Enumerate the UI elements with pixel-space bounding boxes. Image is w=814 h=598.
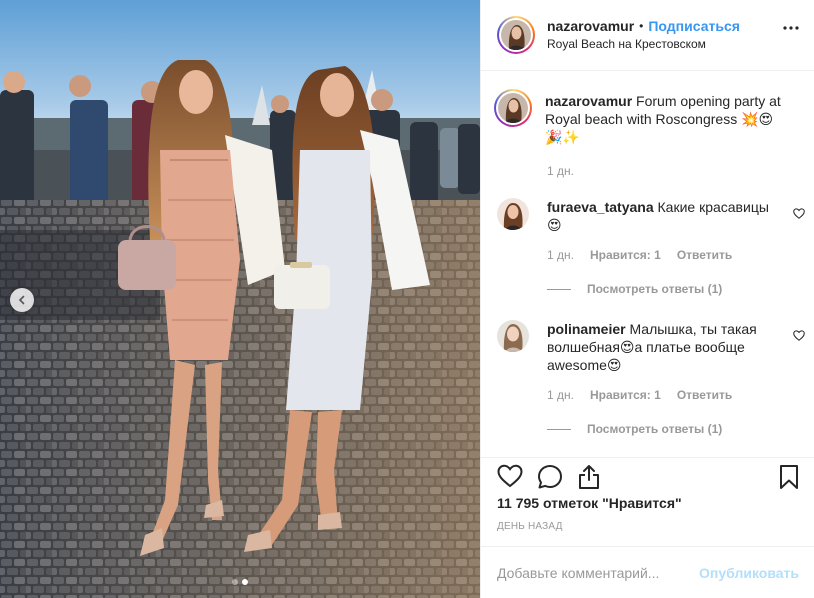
comment-time[interactable]: 1 дн. [547,248,574,262]
caption-meta: 1 дн. [547,164,574,178]
post-timestamp[interactable]: ДЕНЬ НАЗАД [497,521,563,532]
caption-avatar[interactable] [494,89,532,127]
carousel-dot [242,579,248,585]
caption: nazarovamur Forum opening party at Royal… [494,89,797,146]
view-replies-label: Посмотреть ответы (1) [587,282,723,296]
more-options-icon[interactable] [783,26,799,30]
replies-divider [547,288,571,290]
replies-divider [547,428,571,430]
commenter-avatar[interactable] [497,198,529,230]
view-replies-label: Посмотреть ответы (1) [587,422,723,436]
follow-button[interactable]: Подписаться [648,17,740,35]
photo-scene [0,0,480,598]
caption-username[interactable]: nazarovamur [545,93,632,109]
post-actions: 11 795 отметок "Нравится" ДЕНЬ НАЗАД Опу… [481,457,814,597]
small-heart-icon[interactable] [793,208,805,219]
heart-icon[interactable] [497,464,523,488]
reply-button[interactable]: Ответить [677,388,732,402]
comment-input[interactable] [497,564,700,581]
header-separator: • [639,19,644,33]
view-replies-button[interactable]: Посмотреть ответы (1) [547,282,722,296]
bookmark-icon[interactable] [779,464,799,490]
caption-time[interactable]: 1 дн. [547,164,574,178]
comment-likes[interactable]: Нравится: 1 [590,388,661,402]
carousel-dot [232,579,238,585]
publish-button[interactable]: Опубликовать [699,565,799,581]
reply-button[interactable]: Ответить [677,248,732,262]
instagram-post: nazarovamur • Подписаться Royal Beach на… [0,0,814,598]
comment-likes[interactable]: Нравится: 1 [590,248,661,262]
comment-username[interactable]: furaeva_tatyana [547,199,654,215]
post-side-panel: nazarovamur • Подписаться Royal Beach на… [480,0,814,598]
author-avatar-image [501,20,531,50]
caption-avatar-image [498,93,528,123]
comment-icon[interactable] [537,464,563,490]
carousel-dots [0,579,480,585]
post-location[interactable]: Royal Beach на Крестовском [547,35,740,53]
commenter-avatar-image [497,320,529,352]
commenter-avatar-image [497,198,529,230]
comment-username[interactable]: polinameier [547,321,626,337]
comment-time[interactable]: 1 дн. [547,388,574,402]
share-icon[interactable] [577,464,601,490]
comments-section: nazarovamur Forum opening party at Royal… [481,72,814,456]
commenter-avatar[interactable] [497,320,529,352]
comment-item: polinameier Малышка, ты такая волшебная😍… [497,320,797,374]
add-comment-bar: Опубликовать [481,546,814,598]
view-replies-button[interactable]: Посмотреть ответы (1) [547,422,722,436]
comment-item: furaeva_tatyana Какие красавицы😍 [497,198,797,234]
author-username[interactable]: nazarovamur [547,17,634,35]
comment-meta: 1 дн. Нравится: 1 Ответить [547,248,732,262]
carousel-prev-button[interactable] [10,288,34,312]
post-photo[interactable] [0,0,480,598]
comment-meta: 1 дн. Нравится: 1 Ответить [547,388,732,402]
author-avatar[interactable] [497,16,535,54]
small-heart-icon[interactable] [793,330,805,341]
post-header: nazarovamur • Подписаться Royal Beach на… [481,0,814,71]
chevron-left-icon [18,295,25,305]
likes-count[interactable]: 11 795 отметок "Нравится" [497,495,682,511]
